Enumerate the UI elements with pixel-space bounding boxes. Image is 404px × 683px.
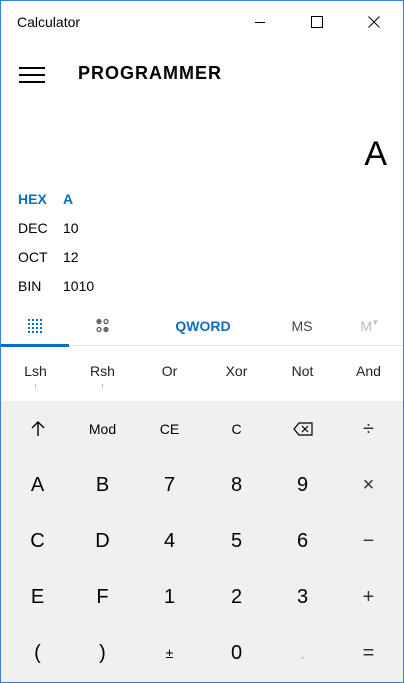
- op-label: Rsh: [90, 363, 115, 379]
- key-c[interactable]: C: [4, 513, 71, 569]
- mod-button[interactable]: Mod: [69, 401, 136, 457]
- op-sub: ↑: [100, 381, 105, 391]
- op-label: And: [356, 363, 381, 379]
- key-2[interactable]: 2: [203, 569, 270, 625]
- key-6[interactable]: 6: [269, 513, 336, 569]
- negate-button[interactable]: ±: [136, 625, 203, 681]
- radix-dec[interactable]: DEC 10: [18, 217, 79, 239]
- radix-oct[interactable]: OCT 12: [18, 246, 79, 268]
- rsh-button[interactable]: Rsh ↑: [69, 346, 136, 401]
- clear-button[interactable]: C: [203, 401, 270, 457]
- divide-button[interactable]: ÷: [335, 401, 402, 457]
- radix-value: 10: [63, 220, 79, 236]
- mode-title: PROGRAMMER: [78, 63, 222, 83]
- lsh-button[interactable]: Lsh ↑: [2, 346, 69, 401]
- title-bar[interactable]: Calculator: [1, 1, 403, 43]
- minimize-icon: [255, 22, 265, 23]
- key-8[interactable]: 8: [203, 457, 270, 513]
- op-label: Not: [291, 363, 314, 379]
- backspace-button[interactable]: [269, 401, 336, 457]
- memory-view-button[interactable]: M ▾: [335, 306, 403, 346]
- maximize-button[interactable]: [294, 1, 340, 43]
- chevron-down-icon: ▾: [373, 316, 378, 327]
- and-button[interactable]: And: [335, 346, 402, 401]
- minimize-button[interactable]: [237, 1, 283, 43]
- up-arrow-icon: [31, 421, 44, 436]
- tab-bit-toggling[interactable]: [69, 306, 137, 346]
- multiply-button[interactable]: ×: [335, 457, 402, 513]
- result-display: A: [364, 135, 387, 173]
- close-icon: [368, 16, 380, 28]
- key-1[interactable]: 1: [136, 569, 203, 625]
- xor-button[interactable]: Xor: [203, 346, 270, 401]
- radix-value: 12: [63, 249, 79, 265]
- equals-button[interactable]: =: [335, 625, 402, 681]
- subtract-button[interactable]: −: [335, 513, 402, 569]
- tab-full-keypad[interactable]: [1, 306, 69, 347]
- key-b[interactable]: B: [69, 457, 136, 513]
- key-e[interactable]: E: [4, 569, 71, 625]
- bit-toggle-icon: [96, 318, 109, 333]
- open-paren-button[interactable]: (: [4, 625, 71, 681]
- hamburger-icon[interactable]: [19, 65, 47, 85]
- decimal-button: .: [299, 641, 306, 664]
- key-4[interactable]: 4: [136, 513, 203, 569]
- close-button[interactable]: [351, 1, 397, 43]
- backspace-icon: [292, 422, 313, 436]
- radix-hex[interactable]: HEX A: [18, 188, 73, 210]
- bitwise-operations: Lsh ↑ Rsh ↑ Or Xor Not And: [1, 346, 403, 401]
- clear-entry-button[interactable]: CE: [136, 401, 203, 457]
- close-paren-button[interactable]: ): [69, 625, 136, 681]
- keypad-icon: [28, 319, 42, 333]
- key-9[interactable]: 9: [269, 457, 336, 513]
- or-button[interactable]: Or: [136, 346, 203, 401]
- memory-store-button[interactable]: MS: [269, 306, 335, 346]
- radix-label: HEX: [18, 191, 47, 207]
- key-5[interactable]: 5: [203, 513, 270, 569]
- radix-label: BIN: [18, 278, 42, 294]
- radix-bin[interactable]: BIN 1010: [18, 275, 94, 297]
- keypad: Mod CE C ÷ A B 7 8 9 × C D 4 5 6 − E F 1…: [1, 401, 403, 682]
- key-f[interactable]: F: [69, 569, 136, 625]
- memory-view-label: M: [360, 318, 373, 334]
- not-button[interactable]: Not: [269, 346, 336, 401]
- key-0[interactable]: 0: [203, 625, 270, 681]
- key-3[interactable]: 3: [269, 569, 336, 625]
- add-button[interactable]: +: [335, 569, 402, 625]
- key-a[interactable]: A: [4, 457, 71, 513]
- key-7[interactable]: 7: [136, 457, 203, 513]
- radix-label: OCT: [18, 249, 48, 265]
- radix-value: 1010: [63, 278, 95, 294]
- keypad-tabs: QWORD MS M ▾: [1, 306, 403, 347]
- radix-label: DEC: [18, 220, 48, 236]
- word-size-button[interactable]: QWORD: [137, 306, 269, 346]
- maximize-icon: [311, 16, 323, 28]
- shift-button[interactable]: [4, 401, 71, 457]
- op-label: Lsh: [24, 363, 47, 379]
- op-sub: ↑: [33, 381, 38, 391]
- op-label: Xor: [225, 363, 248, 379]
- key-d[interactable]: D: [69, 513, 136, 569]
- op-label: Or: [161, 363, 178, 379]
- calculator-window: Calculator PROGRAMMER A HEX A DEC 10 OCT…: [0, 0, 404, 683]
- radix-value: A: [63, 191, 74, 207]
- window-title: Calculator: [17, 14, 81, 30]
